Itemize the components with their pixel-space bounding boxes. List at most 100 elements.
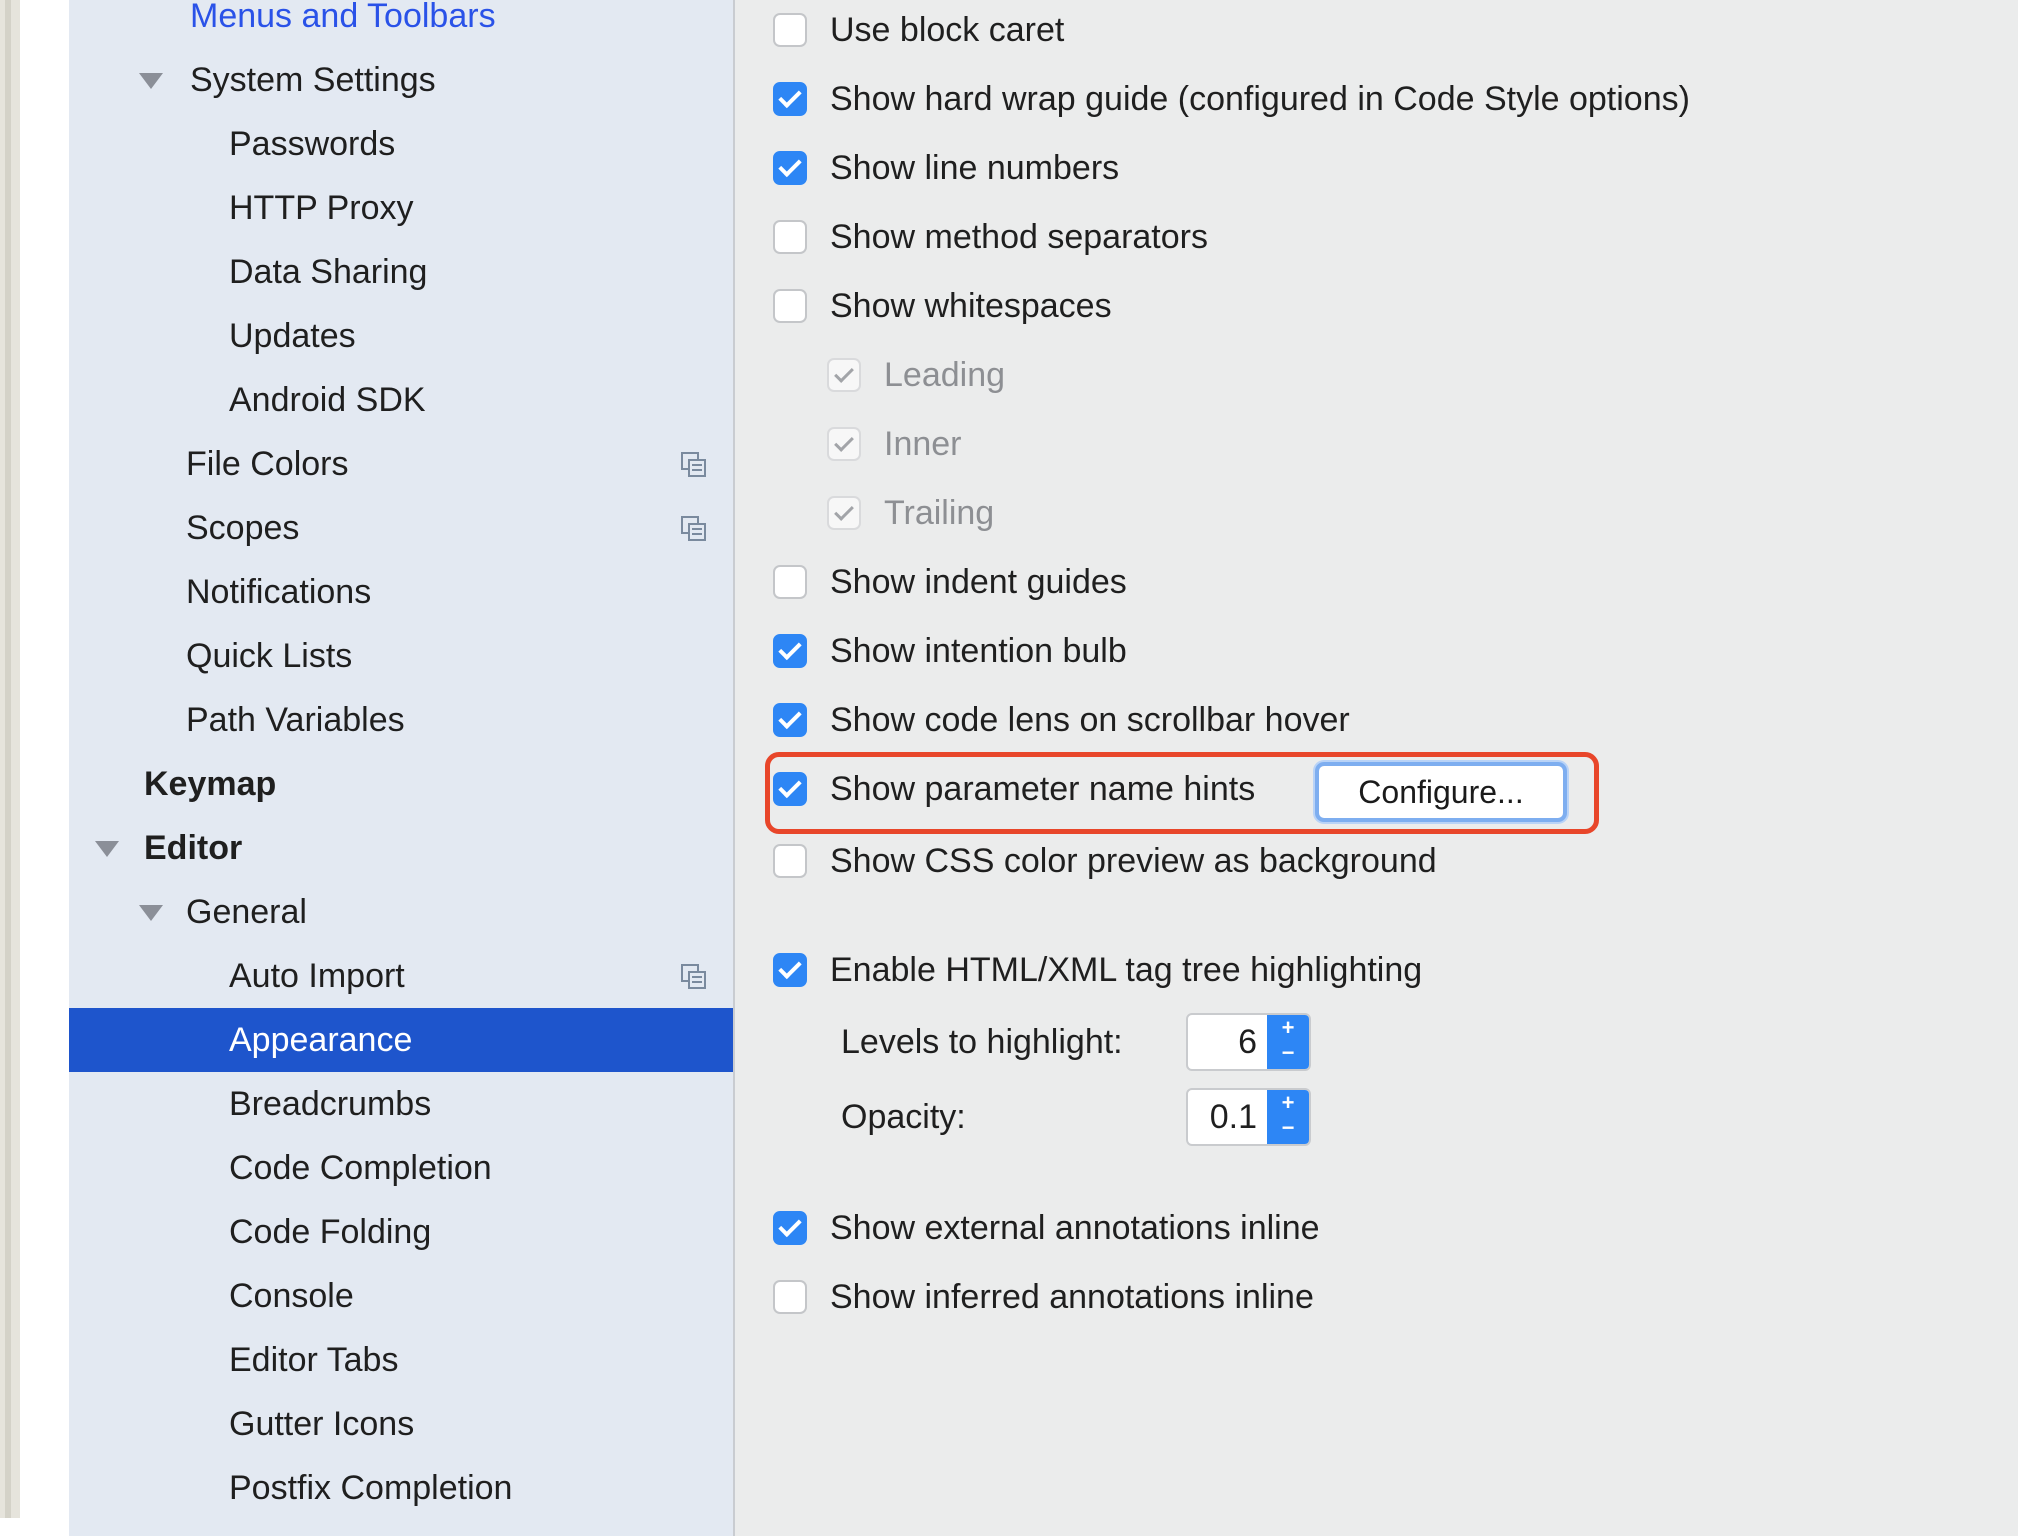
tree-item-gutter-icons[interactable]: Gutter Icons: [69, 1392, 733, 1456]
tree-item-label: Console: [229, 1277, 354, 1315]
checkbox[interactable]: [773, 953, 807, 987]
tree-item-passwords[interactable]: Passwords: [69, 112, 733, 176]
option-enable-tag-tree-highlighting[interactable]: Enable HTML/XML tag tree highlighting: [773, 940, 1422, 1000]
option-label: Show method separators: [830, 217, 1208, 256]
tree-item-code-folding[interactable]: Code Folding: [69, 1200, 733, 1264]
tree-item-data-sharing[interactable]: Data Sharing: [69, 240, 733, 304]
checkbox[interactable]: [773, 1280, 807, 1314]
triangle-down-icon[interactable]: [139, 73, 163, 89]
option-show-intention-bulb[interactable]: Show intention bulb: [773, 621, 1127, 681]
option-label: Show hard wrap guide (configured in Code…: [830, 79, 1690, 118]
opacity-spinner[interactable]: 0.1 + −: [1186, 1088, 1311, 1146]
tree-item-menus-and-toolbars[interactable]: Menus and Toolbars: [69, 0, 733, 48]
tree-item-label: Editor Tabs: [229, 1341, 399, 1379]
tree-item-label: Path Variables: [186, 701, 405, 739]
tree-item-label: Gutter Icons: [229, 1405, 415, 1443]
option-show-line-numbers[interactable]: Show line numbers: [773, 138, 1119, 198]
tree-item-label: File Colors: [186, 445, 349, 483]
option-label: Show external annotations inline: [830, 1208, 1320, 1247]
tree-item-updates[interactable]: Updates: [69, 304, 733, 368]
tree-item-label: Appearance: [229, 1021, 413, 1059]
stepper-minus[interactable]: −: [1282, 1115, 1295, 1140]
option-show-css-color-preview[interactable]: Show CSS color preview as background: [773, 831, 1437, 891]
option-label: Leading: [884, 355, 1006, 394]
tree-item-editor-tabs[interactable]: Editor Tabs: [69, 1328, 733, 1392]
tree-item-postfix-completion[interactable]: Postfix Completion: [69, 1456, 733, 1520]
tree-item-auto-import[interactable]: Auto Import: [69, 944, 733, 1008]
checkbox[interactable]: [773, 772, 807, 806]
triangle-down-icon[interactable]: [95, 841, 119, 857]
stepper-icon[interactable]: + −: [1267, 1090, 1309, 1144]
tree-item-label: Breadcrumbs: [229, 1085, 432, 1123]
tree-item-label: Auto Import: [229, 957, 405, 995]
option-show-inferred-annotations[interactable]: Show inferred annotations inline: [773, 1267, 1314, 1327]
tree-item-keymap[interactable]: Keymap: [69, 752, 733, 816]
option-label: Show parameter name hints: [830, 769, 1256, 808]
tree-item-label: Quick Lists: [186, 637, 353, 675]
checkbox[interactable]: [773, 151, 807, 185]
option-show-external-annotations[interactable]: Show external annotations inline: [773, 1198, 1320, 1258]
tree-item-code-completion[interactable]: Code Completion: [69, 1136, 733, 1200]
checkbox[interactable]: [773, 703, 807, 737]
levels-spinner[interactable]: 6 + −: [1186, 1013, 1311, 1071]
tree-item-label: Postfix Completion: [229, 1469, 513, 1507]
copy-icon: [681, 964, 706, 989]
option-label: Inner: [884, 424, 962, 463]
option-label: Show code lens on scrollbar hover: [830, 700, 1350, 739]
opacity-value[interactable]: 0.1: [1210, 1090, 1257, 1144]
option-show-whitespaces[interactable]: Show whitespaces: [773, 276, 1112, 336]
tree-item-notifications[interactable]: Notifications: [69, 560, 733, 624]
copy-icon: [681, 516, 706, 541]
tree-item-quick-lists[interactable]: Quick Lists: [69, 624, 733, 688]
tree-item-android-sdk[interactable]: Android SDK: [69, 368, 733, 432]
stepper-plus[interactable]: +: [1282, 1015, 1295, 1040]
tree-item-file-colors[interactable]: File Colors: [69, 432, 733, 496]
tree-item-breadcrumbs[interactable]: Breadcrumbs: [69, 1072, 733, 1136]
stepper-minus[interactable]: −: [1282, 1040, 1295, 1065]
window-edge: [0, 0, 20, 1518]
tree-item-label: Notifications: [186, 573, 372, 611]
checkbox[interactable]: [773, 634, 807, 668]
checkbox[interactable]: [773, 844, 807, 878]
checkbox[interactable]: [773, 565, 807, 599]
tree-item-http-proxy[interactable]: HTTP Proxy: [69, 176, 733, 240]
stepper-icon[interactable]: + −: [1267, 1015, 1309, 1069]
tree-item-general[interactable]: General: [69, 880, 733, 944]
tree-item-scopes[interactable]: Scopes: [69, 496, 733, 560]
tree-item-label: Updates: [229, 317, 356, 355]
tree-item-label: System Settings: [190, 61, 436, 99]
tree-item-console[interactable]: Console: [69, 1264, 733, 1328]
tree-item-label: Passwords: [229, 125, 396, 163]
tree-item-system-settings[interactable]: System Settings: [69, 48, 733, 112]
tree-item-path-variables[interactable]: Path Variables: [69, 688, 733, 752]
option-show-hard-wrap-guide[interactable]: Show hard wrap guide (configured in Code…: [773, 69, 1690, 129]
stepper-plus[interactable]: +: [1282, 1090, 1295, 1115]
tree-item-label: Menus and Toolbars: [190, 0, 496, 35]
copy-icon: [681, 452, 706, 477]
checkbox[interactable]: [773, 220, 807, 254]
checkbox[interactable]: [773, 289, 807, 323]
tree-item-label: Editor: [144, 829, 243, 867]
option-show-parameter-name-hints[interactable]: Show parameter name hints: [773, 759, 1255, 819]
option-leading: Leading: [827, 345, 1005, 405]
triangle-down-icon[interactable]: [139, 905, 163, 921]
tree-item-label: HTTP Proxy: [229, 189, 414, 227]
levels-value[interactable]: 6: [1238, 1015, 1257, 1069]
option-label: Show intention bulb: [830, 631, 1127, 670]
option-label: Show inferred annotations inline: [830, 1277, 1314, 1316]
window-edge-inner: [5, 0, 11, 1518]
tree-item-editor[interactable]: Editor: [69, 816, 733, 880]
settings-tree[interactable]: Menus and Toolbars System Settings Passw…: [69, 0, 733, 1536]
option-show-method-separators[interactable]: Show method separators: [773, 207, 1208, 267]
opacity-label: Opacity:: [841, 1098, 966, 1136]
configure-button[interactable]: Configure...: [1315, 762, 1567, 822]
checkbox[interactable]: [773, 82, 807, 116]
tree-item-appearance[interactable]: Appearance: [69, 1008, 733, 1072]
checkbox: [827, 358, 861, 392]
option-show-indent-guides[interactable]: Show indent guides: [773, 552, 1127, 612]
checkbox[interactable]: [773, 13, 807, 47]
option-use-block-caret[interactable]: Use block caret: [773, 0, 1064, 60]
checkbox[interactable]: [773, 1211, 807, 1245]
option-show-code-lens[interactable]: Show code lens on scrollbar hover: [773, 690, 1350, 750]
tree-item-label: Scopes: [186, 509, 300, 547]
